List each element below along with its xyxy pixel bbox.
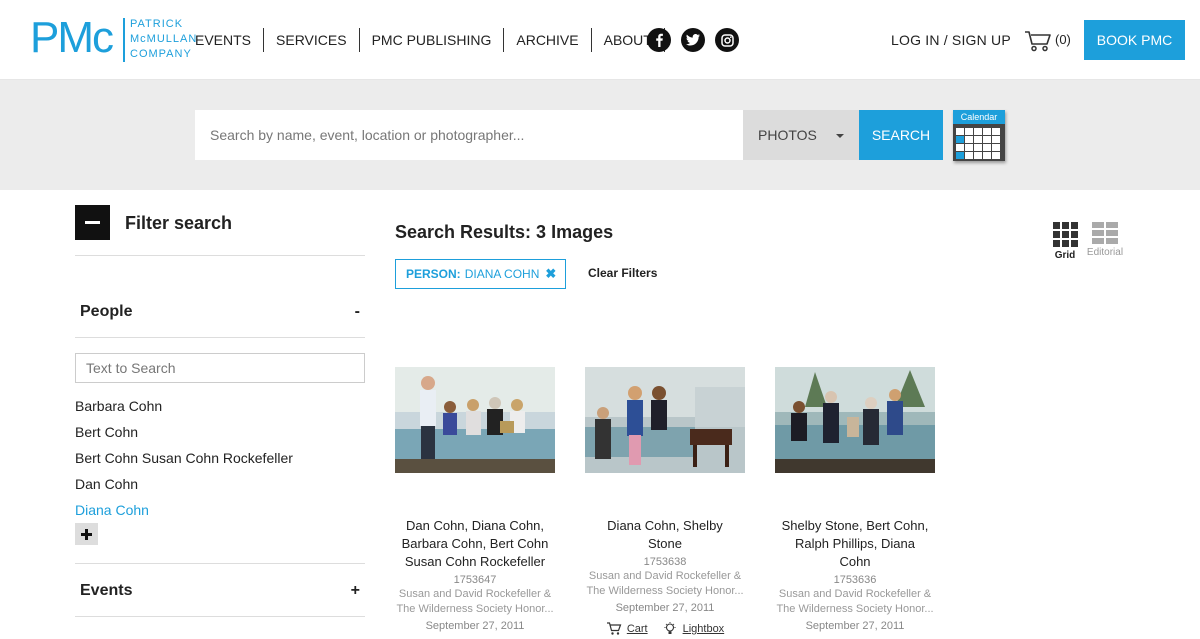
result-card: Diana Cohn, Shelby Stone 1753638 Susan a… xyxy=(585,367,745,636)
filter-search-title: Filter search xyxy=(125,213,233,233)
collapse-filter-icon[interactable] xyxy=(75,205,110,240)
result-photo[interactable] xyxy=(775,367,935,473)
add-to-cart-link[interactable]: Cart xyxy=(627,623,648,635)
site-header: PMc PATRICK McMULLAN COMPANY EVENTS SERV… xyxy=(0,0,1200,80)
caption-image-id: 1753647 xyxy=(453,574,497,586)
chip-label: PERSON: xyxy=(406,267,461,281)
people-search-input[interactable] xyxy=(75,353,365,383)
results-title: Search Results: 3 Images xyxy=(395,222,614,242)
logo-mark: PMc xyxy=(30,13,114,62)
caption-image-id: 1753636 xyxy=(833,574,877,586)
cart-count[interactable]: (0) xyxy=(1055,32,1071,47)
main-nav: EVENTS SERVICES PMC PUBLISHING ARCHIVE A… xyxy=(183,28,665,52)
events-title: Events xyxy=(80,582,133,599)
nav-services[interactable]: SERVICES xyxy=(264,28,360,52)
caption-event-line-2[interactable]: The Wilderness Society Honor... xyxy=(585,584,745,599)
active-filter-chip[interactable]: PERSON: DIANA COHN ✖ xyxy=(395,259,566,289)
result-photo[interactable] xyxy=(395,367,555,473)
result-card: Shelby Stone, Bert Cohn, Ralph Phillips,… xyxy=(775,367,935,632)
clear-filters-link[interactable]: Clear Filters xyxy=(588,266,657,280)
calendar-grid xyxy=(953,124,1005,159)
filter-search-header: Filter search xyxy=(75,205,365,256)
search-type-value: PHOTOS xyxy=(758,127,817,143)
people-item-active[interactable]: Diana Cohn xyxy=(75,497,365,523)
login-signup-link[interactable]: LOG IN / SIGN UP xyxy=(891,32,1011,48)
caption-date: September 27, 2011 xyxy=(615,602,715,614)
twitter-icon[interactable] xyxy=(681,28,705,52)
search-band: PHOTOS SEARCH Calendar xyxy=(0,80,1200,190)
result-card: Dan Cohn, Diana Cohn, Barbara Cohn, Bert… xyxy=(395,367,555,632)
people-item[interactable]: Bert Cohn xyxy=(75,419,365,445)
caption-image-id: 1753638 xyxy=(643,556,687,568)
caption-event-line-2[interactable]: The Wilderness Society Honor... xyxy=(395,602,555,617)
result-photo[interactable] xyxy=(585,367,745,473)
cart-icon[interactable] xyxy=(1024,30,1052,57)
nav-events[interactable]: EVENTS xyxy=(183,28,265,52)
chip-value: DIANA COHN xyxy=(464,267,540,281)
instagram-icon[interactable] xyxy=(715,28,739,52)
logo-divider xyxy=(123,18,125,62)
people-item[interactable]: Barbara Cohn xyxy=(75,393,365,419)
people-title: People xyxy=(80,303,133,320)
editorial-view-icon xyxy=(1092,222,1118,244)
calendar-icon[interactable]: Calendar xyxy=(953,110,1005,161)
caption-names[interactable]: Dan Cohn, Diana Cohn, Barbara Cohn, Bert… xyxy=(395,517,555,571)
view-editorial-toggle[interactable]: Editorial xyxy=(1085,222,1125,258)
people-section-header[interactable]: People - xyxy=(75,285,365,338)
editorial-view-label: Editorial xyxy=(1086,247,1124,258)
events-expand-toggle[interactable]: + xyxy=(351,582,360,600)
book-pmc-button[interactable]: BOOK PMC xyxy=(1084,20,1185,60)
people-item[interactable]: Bert Cohn Susan Cohn Rockefeller xyxy=(75,445,365,471)
people-item[interactable]: Dan Cohn xyxy=(75,471,365,497)
add-to-lightbox-link[interactable]: Lightbox xyxy=(683,623,725,635)
caption-event-line-2[interactable]: The Wilderness Society Honor... xyxy=(775,602,935,617)
nav-archive[interactable]: ARCHIVE xyxy=(504,28,592,52)
show-more-people-button[interactable] xyxy=(75,523,98,545)
search-type-select[interactable]: PHOTOS xyxy=(743,110,859,160)
card-actions: Cart Lightbox xyxy=(585,622,745,636)
caption-event-line-1[interactable]: Susan and David Rockefeller & xyxy=(775,587,935,602)
people-list: Barbara Cohn Bert Cohn Bert Cohn Susan C… xyxy=(75,393,365,523)
people-collapse-toggle[interactable]: - xyxy=(355,303,360,321)
caption-date: September 27, 2011 xyxy=(425,620,525,632)
nav-pmc-publishing[interactable]: PMC PUBLISHING xyxy=(360,28,505,52)
caret-down-icon xyxy=(836,134,844,138)
search-input[interactable] xyxy=(195,110,743,160)
grid-view-icon xyxy=(1052,222,1078,247)
search-button[interactable]: SEARCH xyxy=(859,110,943,160)
grid-view-label: Grid xyxy=(1054,250,1076,261)
facebook-icon[interactable] xyxy=(647,28,671,52)
events-section-header[interactable]: Events + xyxy=(75,563,365,617)
caption-date: September 27, 2011 xyxy=(805,620,905,632)
view-grid-toggle[interactable]: Grid xyxy=(1045,222,1085,261)
remove-filter-icon[interactable]: ✖ xyxy=(545,266,556,282)
calendar-label: Calendar xyxy=(953,110,1005,124)
pmc-logo[interactable]: PMc PATRICK McMULLAN COMPANY xyxy=(30,13,196,64)
lightbox-bulb-icon xyxy=(662,622,678,636)
caption-event-line-1[interactable]: Susan and David Rockefeller & xyxy=(395,587,555,602)
caption-names[interactable]: Diana Cohn, Shelby Stone xyxy=(585,517,745,553)
caption-names[interactable]: Shelby Stone, Bert Cohn, Ralph Phillips,… xyxy=(775,517,935,571)
caption-event-line-1[interactable]: Susan and David Rockefeller & xyxy=(585,569,745,584)
cart-icon xyxy=(606,622,622,636)
